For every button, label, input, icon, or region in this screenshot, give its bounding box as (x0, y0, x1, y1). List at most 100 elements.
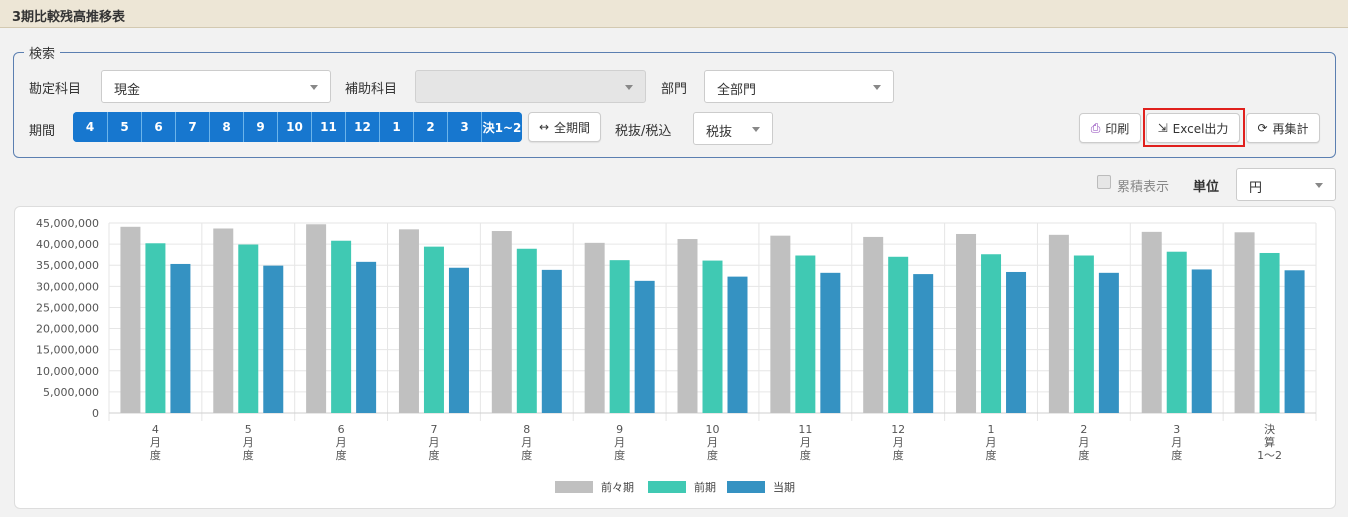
bar-1-13 (1234, 232, 1255, 413)
department-select[interactable]: 全部門 (704, 70, 894, 103)
bar-1-6 (584, 242, 605, 413)
period-button-7[interactable]: 10 (278, 112, 312, 142)
y-tick-label: 20,000,000 (36, 323, 99, 336)
y-tick-label: 40,000,000 (36, 238, 99, 251)
bar-1-3 (306, 224, 327, 413)
x-tick-label: 8 (523, 423, 530, 436)
balance-bar-chart: 0 5,000,000 10,000,000 15,000,000 20,000,000… (36, 217, 1317, 494)
chevron-down-icon (873, 85, 881, 90)
sub-account-select[interactable] (415, 70, 646, 103)
x-tick-label: 1〜2 (1257, 449, 1282, 462)
period-button-5[interactable]: 8 (210, 112, 244, 142)
x-tick-label: 2 (1080, 423, 1087, 436)
x-tick-label: 月 (986, 436, 997, 449)
x-tick-label: 度 (986, 448, 997, 462)
period-button-1[interactable]: 4 (73, 112, 108, 142)
excel-highlight-frame (1143, 108, 1245, 147)
bar-1-7 (677, 239, 698, 413)
department-select-value: 全部門 (717, 83, 757, 98)
y-tick-label: 15,000,000 (36, 344, 99, 357)
print-icon: ⎙ (1090, 121, 1101, 135)
period-button-6[interactable]: 9 (244, 112, 278, 142)
bar-2-12 (1166, 251, 1187, 413)
x-tick-label: 月 (1078, 436, 1089, 449)
period-label: 期間 (29, 124, 56, 139)
bar-3-3 (356, 261, 377, 413)
x-tick-label: 度 (150, 448, 161, 462)
unit-select-value: 円 (1249, 181, 1263, 196)
bar-3-13 (1284, 270, 1305, 413)
period-button-2[interactable]: 5 (108, 112, 142, 142)
chevron-down-icon (1315, 183, 1323, 188)
legend-label: 前々期 (601, 480, 634, 494)
bar-2-11 (1073, 255, 1094, 413)
period-button-4[interactable]: 7 (176, 112, 210, 142)
title-bar: 3期比較残高推移表 (0, 0, 1348, 28)
period-button-3[interactable]: 6 (142, 112, 176, 142)
bar-3-1 (170, 263, 191, 413)
x-tick-label: 算 (1264, 435, 1275, 449)
bar-1-10 (956, 233, 977, 413)
account-label: 勘定科目 (29, 82, 82, 97)
x-tick-label: 度 (893, 448, 904, 462)
account-select[interactable]: 現金 (101, 70, 331, 103)
bar-3-9 (913, 274, 934, 413)
x-tick-label: 9 (616, 423, 623, 436)
x-tick-label: 度 (1171, 448, 1182, 462)
chart-panel: 0 5,000,000 10,000,000 15,000,000 20,000,000… (14, 206, 1336, 509)
x-tick-label: 6 (338, 423, 345, 436)
recalculate-button[interactable]: ⟳ 再集計 (1246, 113, 1320, 143)
cumulative-checkbox[interactable] (1097, 175, 1111, 189)
bar-1-5 (491, 231, 512, 413)
legend-swatch (555, 481, 593, 493)
print-label: 印刷 (1105, 121, 1130, 136)
cumulative-label: 累積表示 (1117, 180, 1170, 195)
bar-2-9 (888, 256, 909, 413)
x-tick-label: 10 (706, 423, 720, 436)
all-periods-button[interactable]: ↔ 全期間 (528, 112, 601, 142)
bar-3-4 (448, 267, 469, 413)
x-tick-label: 度 (243, 448, 254, 462)
x-tick-label: 月 (800, 436, 811, 449)
bar-3-6 (634, 280, 655, 413)
print-button[interactable]: ⎙ 印刷 (1079, 113, 1141, 143)
unit-select[interactable]: 円 (1236, 168, 1336, 201)
x-tick-label: 5 (245, 423, 252, 436)
y-tick-label: 30,000,000 (36, 280, 99, 293)
bar-2-2 (238, 244, 259, 413)
y-tick-label: 10,000,000 (36, 365, 99, 378)
bar-1-12 (1141, 231, 1162, 413)
tax-select[interactable]: 税抜 (693, 112, 773, 145)
y-tick-label: 45,000,000 (36, 217, 99, 230)
bar-2-8 (795, 255, 816, 413)
period-button-9[interactable]: 12 (346, 112, 380, 142)
bar-3-7 (727, 276, 748, 413)
period-button-13[interactable]: 決1~2 (482, 112, 522, 142)
bar-2-13 (1259, 252, 1280, 413)
period-button-group: 4 5 6 7 8 9 10 11 12 1 2 3 決1~2 (73, 112, 522, 142)
page-title: 3期比較残高推移表 (12, 10, 126, 25)
x-tick-label: 月 (150, 436, 161, 449)
bar-2-7 (702, 260, 723, 413)
legend-label: 当期 (773, 480, 795, 494)
y-tick-label: 5,000,000 (43, 386, 99, 399)
x-tick-label: 月 (614, 436, 625, 449)
x-tick-label: 3 (1173, 423, 1180, 436)
tax-label: 税抜/税込 (615, 124, 672, 139)
x-tick-label: 12 (891, 423, 905, 436)
x-tick-label: 度 (800, 448, 811, 462)
chevron-down-icon (752, 127, 760, 132)
period-button-12[interactable]: 3 (448, 112, 482, 142)
period-button-10[interactable]: 1 (380, 112, 414, 142)
bar-1-9 (863, 236, 884, 413)
bar-3-2 (263, 265, 284, 413)
period-button-8[interactable]: 11 (312, 112, 346, 142)
unit-label: 単位 (1193, 180, 1220, 195)
y-tick-label: 35,000,000 (36, 259, 99, 272)
bar-3-11 (1098, 272, 1119, 413)
x-tick-label: 度 (336, 448, 347, 462)
recalculate-label: 再集計 (1272, 121, 1309, 136)
period-button-11[interactable]: 2 (414, 112, 448, 142)
legend-swatch (727, 481, 765, 493)
x-tick-label: 月 (243, 436, 254, 449)
